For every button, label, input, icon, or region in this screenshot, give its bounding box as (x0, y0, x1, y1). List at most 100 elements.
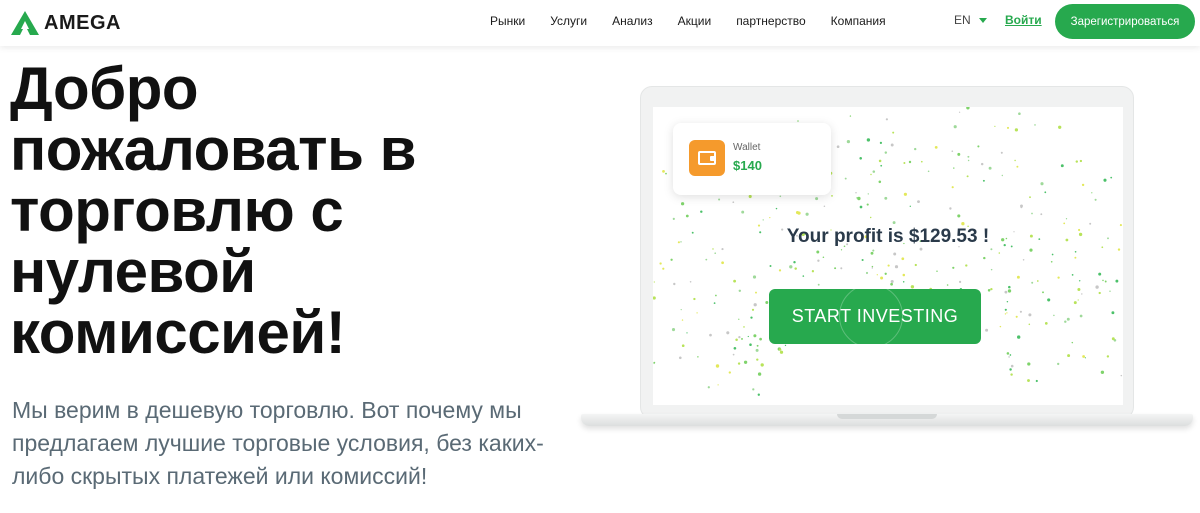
confetti-dot (1042, 291, 1044, 294)
confetti-dot (1020, 206, 1023, 209)
confetti-dot (1120, 374, 1123, 377)
login-link[interactable]: Войти (1005, 13, 1042, 27)
confetti-dot (738, 318, 740, 320)
confetti-dot (751, 308, 755, 311)
confetti-dot (884, 196, 888, 200)
confetti-dot (1110, 176, 1113, 179)
confetti-dot (717, 384, 719, 386)
confetti-dot (653, 361, 656, 364)
confetti-dot (721, 248, 724, 251)
confetti-dot (872, 170, 876, 173)
confetti-dot (936, 270, 938, 272)
confetti-dot (678, 356, 682, 360)
confetti-dot (865, 271, 869, 275)
confetti-dot (953, 167, 955, 169)
confetti-dot (894, 265, 899, 269)
confetti-dot (949, 207, 952, 210)
laptop-lid: Wallet $140 Your profit is $129.53 ! STA… (640, 86, 1134, 419)
confetti-dot (1095, 285, 1099, 289)
confetti-dot (951, 150, 954, 153)
nav-item-promotions[interactable]: Акции (678, 14, 712, 28)
confetti-dot (1022, 259, 1025, 261)
confetti-dot (910, 285, 915, 289)
confetti-dot (884, 151, 888, 154)
confetti-dot (778, 348, 782, 351)
confetti-dot (673, 282, 676, 286)
confetti-dot (1081, 293, 1083, 295)
confetti-dot (712, 248, 714, 250)
confetti-dot (1006, 126, 1010, 129)
register-button[interactable]: Зарегистрироваться (1055, 4, 1195, 39)
confetti-dot (1109, 290, 1111, 293)
confetti-dot (1028, 323, 1031, 326)
confetti-dot (1111, 337, 1115, 341)
confetti-dot (1000, 151, 1003, 154)
nav-item-company[interactable]: Компания (831, 14, 886, 28)
confetti-dot (670, 258, 673, 261)
confetti-dot (738, 335, 741, 339)
confetti-dot (1029, 196, 1031, 199)
confetti-dot (1071, 274, 1074, 276)
confetti-dot (844, 177, 847, 180)
confetti-dot (902, 273, 906, 277)
confetti-dot (878, 180, 882, 184)
confetti-dot (965, 264, 968, 267)
confetti-dot (990, 268, 993, 271)
confetti-dot (1106, 355, 1110, 358)
confetti-dot (1066, 317, 1070, 321)
confetti-dot (1102, 279, 1104, 282)
nav-item-analysis[interactable]: Анализ (612, 14, 653, 28)
confetti-dot (903, 161, 906, 165)
confetti-dot (1009, 354, 1012, 356)
confetti-dot (779, 195, 782, 198)
confetti-dot (817, 259, 820, 262)
confetti-dot (977, 145, 980, 148)
confetti-dot (778, 269, 782, 272)
confetti-dot (714, 252, 717, 255)
confetti-dot (1031, 212, 1033, 215)
confetti-dot (1014, 128, 1019, 132)
confetti-dot (750, 316, 753, 319)
confetti-dot (951, 186, 954, 189)
laptop-notch (837, 414, 937, 419)
confetti-dot (840, 249, 843, 251)
confetti-dot (909, 205, 911, 207)
confetti-dot (749, 343, 752, 346)
confetti-dot (880, 164, 883, 167)
confetti-dot (998, 252, 1001, 254)
brand-logo[interactable]: AMEGA (10, 9, 121, 37)
nav-item-services[interactable]: Услуги (550, 14, 587, 28)
language-selector[interactable]: EN (954, 13, 987, 27)
confetti-dot (697, 356, 699, 358)
confetti-dot (1004, 308, 1007, 311)
confetti-dot (762, 219, 764, 221)
confetti-dot (1004, 290, 1008, 294)
amega-logo-icon (11, 11, 39, 35)
confetti-dot (903, 192, 907, 196)
confetti-dot (784, 344, 787, 347)
brand-name: AMEGA (44, 11, 121, 34)
confetti-dot (755, 348, 759, 352)
confetti-dot (1075, 160, 1078, 163)
confetti-dot (1016, 275, 1020, 279)
confetti-dot (779, 350, 784, 354)
confetti-dot (816, 250, 820, 254)
confetti-dot (671, 328, 676, 332)
confetti-dot (1029, 248, 1033, 252)
confetti-dot (822, 256, 825, 259)
nav-item-partnership[interactable]: партнерство (736, 14, 805, 28)
confetti-dot (726, 331, 730, 335)
confetti-dot (802, 275, 805, 277)
confetti-dot (1034, 124, 1036, 126)
confetti-dot (890, 282, 893, 286)
confetti-dot (840, 267, 843, 270)
confetti-dot (1053, 314, 1055, 317)
confetti-dot (859, 205, 863, 209)
confetti-dot (1009, 368, 1012, 371)
nav-item-markets[interactable]: Рынки (490, 14, 525, 28)
confetti-dot (653, 281, 655, 283)
confetti-dot (817, 283, 820, 286)
confetti-dot (890, 279, 894, 284)
confetti-dot (831, 194, 833, 197)
confetti-dot (705, 258, 708, 261)
